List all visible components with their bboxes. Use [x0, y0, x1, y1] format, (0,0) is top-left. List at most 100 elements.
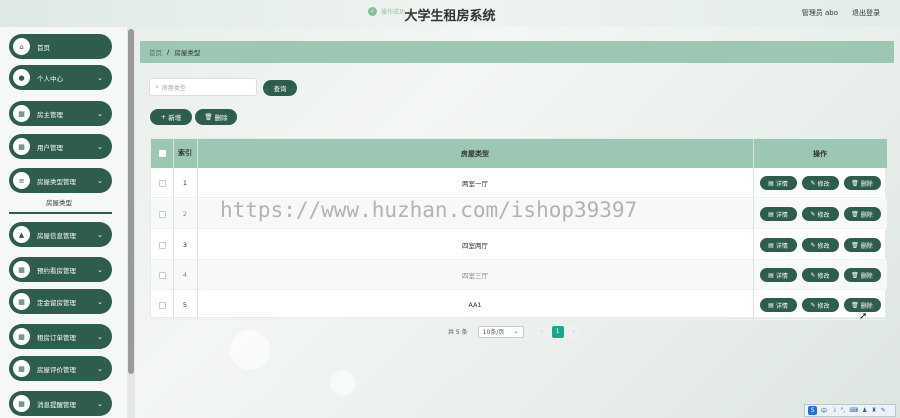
search-input[interactable]: ⌕ 房屋类型: [149, 78, 257, 96]
detail-icon: ▤: [768, 301, 774, 309]
sidebar-item-label: 房屋信息管理: [37, 231, 76, 240]
background-decoration: [230, 330, 270, 370]
column-divider: [753, 139, 754, 168]
sidebar-item-profile[interactable]: ● 个人中心 ⌄: [9, 65, 112, 90]
sidebar-subitem-house-type[interactable]: 房屋类型: [9, 197, 112, 214]
column-divider: [197, 168, 198, 319]
chevron-down-icon: ⌄: [97, 265, 103, 274]
chevron-down-icon: ⌄: [97, 364, 103, 373]
detail-button[interactable]: ▤ 详情: [759, 268, 797, 282]
add-button[interactable]: + 新增: [150, 109, 192, 125]
row-select-cell: [151, 199, 173, 229]
select-all-checkbox[interactable]: [158, 150, 166, 157]
user-label[interactable]: 管理员 abo: [802, 8, 838, 18]
sidebar-item-orders[interactable]: ▦ 租房订单管理 ⌄: [9, 324, 112, 349]
user-area: 管理员 abo 退出登录: [802, 8, 880, 18]
prev-page-button[interactable]: ‹: [535, 325, 548, 338]
delete-button[interactable]: 🗑 删除: [843, 268, 881, 282]
sidebar-item-label: 房主管理: [37, 110, 63, 119]
row-checkbox[interactable]: [158, 241, 166, 249]
chevron-down-icon: ⌄: [97, 332, 103, 341]
sidebar-item-reviews[interactable]: ▦ 房屋评价管理 ⌄: [9, 356, 112, 381]
chevron-down-icon: ⌄: [97, 399, 103, 408]
sidebar-item-viewings[interactable]: ▦ 预约看房管理 ⌄: [9, 257, 112, 282]
row-checkbox[interactable]: [158, 271, 166, 279]
search-placeholder: 房屋类型: [161, 84, 186, 92]
chevron-down-icon: ⌄: [97, 297, 103, 306]
delete-button[interactable]: 🗑 删除: [843, 238, 881, 252]
edit-button[interactable]: ✎ 修改: [801, 176, 839, 190]
plus-icon: +: [160, 113, 167, 121]
sidebar-item-label: 用户管理: [37, 143, 63, 152]
detail-button[interactable]: ▤ 详情: [759, 298, 797, 312]
next-page-button[interactable]: ›: [567, 325, 580, 338]
breadcrumb-home[interactable]: 首页: [149, 47, 162, 57]
sidebar-item-house-types[interactable]: ≡ 房屋类型管理 ⌄: [9, 168, 112, 193]
search-icon: ⌕: [155, 82, 159, 91]
user-icon[interactable]: ♟: [862, 407, 867, 414]
row-actions: ▤ 详情 ✎ 修改 🗑 删除: [753, 230, 887, 260]
header-house-type: 房屋类型: [461, 149, 489, 158]
punctuation-icon[interactable]: °,: [840, 407, 845, 414]
sidebar-item-messages[interactable]: ▦ 消息提醒管理 ⌄: [9, 391, 112, 416]
sidebar-scrollbar[interactable]: [127, 27, 135, 418]
table-row: 3 四室两厅 ▤ 详情 ✎ 修改 🗑 删除: [151, 230, 887, 260]
sidebar-item-house-info[interactable]: ▲ 房屋信息管理 ⌄: [9, 222, 112, 247]
scrollbar-thumb[interactable]: [128, 29, 134, 374]
trash-icon: 🗑: [851, 301, 859, 309]
edit-button[interactable]: ✎ 修改: [801, 238, 839, 252]
wrench-icon[interactable]: ✎: [881, 407, 886, 414]
edit-icon: ✎: [810, 210, 816, 218]
delete-button[interactable]: 🗑 删除: [843, 176, 881, 190]
page-button[interactable]: 1: [551, 325, 564, 338]
grid-icon: ▦: [13, 105, 30, 122]
row-select-cell: [151, 290, 173, 320]
chevron-down-icon: ⌄: [97, 142, 103, 151]
delete-button[interactable]: 🗑 删除: [843, 207, 881, 221]
delete-label: 删除: [860, 272, 873, 280]
keyboard-icon[interactable]: ⌨: [849, 407, 858, 414]
delete-label: 删除: [860, 211, 873, 219]
sidebar-item-landlords[interactable]: ▦ 房主管理 ⌄: [9, 101, 112, 126]
sidebar-item-label: 预约看房管理: [37, 266, 76, 275]
delete-button[interactable]: 🗑 删除: [843, 298, 881, 312]
mouse-cursor-icon: ➚: [859, 311, 868, 322]
ime-logo-icon[interactable]: S: [808, 406, 817, 415]
edit-icon: ✎: [810, 241, 816, 249]
ime-mode-icon[interactable]: 中: [821, 406, 827, 415]
row-checkbox[interactable]: [158, 301, 166, 309]
edit-button[interactable]: ✎ 修改: [801, 207, 839, 221]
detail-button[interactable]: ▤ 详情: [759, 176, 797, 190]
sidebar-item-home[interactable]: ⌂ 首页: [9, 34, 112, 59]
sidebar-item-deposits[interactable]: ▦ 定金留房管理 ⌄: [9, 289, 112, 314]
detail-label: 详情: [775, 272, 788, 280]
row-select-cell: [151, 230, 173, 260]
detail-icon: ▤: [768, 271, 774, 279]
chevron-down-icon: ⌄: [97, 176, 103, 185]
sidebar-item-label: 消息提醒管理: [37, 400, 76, 409]
row-select-cell: [151, 260, 173, 290]
batch-delete-button[interactable]: 🗑 删除: [195, 109, 237, 125]
grid-icon: ▦: [13, 138, 30, 155]
sidebar-item-label: 定金留房管理: [37, 298, 76, 307]
row-index: 1: [182, 179, 188, 187]
page-size-select[interactable]: 10条/页 ⌄: [477, 325, 524, 338]
detail-button[interactable]: ▤ 详情: [759, 238, 797, 252]
row-house-type: 两室一厅: [462, 180, 488, 188]
user-icon: ●: [13, 69, 30, 86]
detail-label: 详情: [775, 242, 788, 250]
row-checkbox[interactable]: [158, 179, 166, 187]
chevron-down-icon: ⌄: [97, 73, 103, 82]
edit-label: 修改: [817, 242, 830, 250]
logout-link[interactable]: 退出登录: [852, 8, 880, 18]
edit-icon: ✎: [810, 271, 816, 279]
edit-button[interactable]: ✎ 修改: [801, 268, 839, 282]
row-checkbox[interactable]: [158, 210, 166, 218]
moon-icon[interactable]: ☽: [831, 407, 836, 414]
sidebar-item-users[interactable]: ▦ 用户管理 ⌄: [9, 134, 112, 159]
detail-button[interactable]: ▤ 详情: [759, 207, 797, 221]
query-button[interactable]: 查询: [263, 80, 297, 96]
shirt-icon[interactable]: ♜: [871, 407, 876, 414]
edit-button[interactable]: ✎ 修改: [801, 298, 839, 312]
table-row: 1 两室一厅 ▤ 详情 ✎ 修改 🗑 删除: [151, 168, 887, 198]
